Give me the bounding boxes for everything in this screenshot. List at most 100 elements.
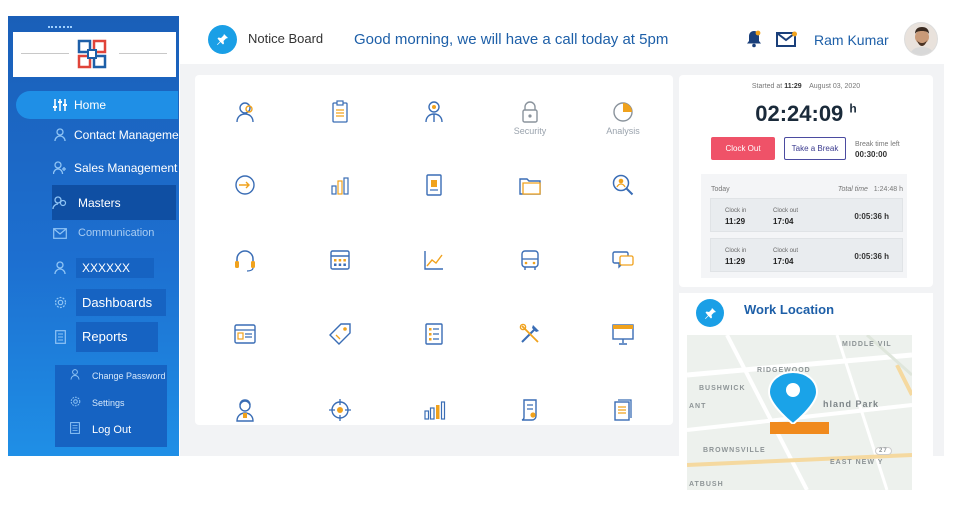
module-tile-security[interactable]: Security [500, 99, 560, 143]
user-icon [52, 260, 68, 276]
map-label: BROWNSVILLE [703, 447, 766, 454]
agent-icon [236, 399, 254, 422]
module-tile-checklist[interactable] [404, 321, 464, 365]
sidebar-item-masters[interactable]: Masters [52, 185, 176, 220]
module-tile-folder[interactable] [500, 172, 560, 216]
submenu-item-settings[interactable]: Settings [70, 396, 125, 410]
module-tile-search-user[interactable] [593, 172, 653, 216]
login-icon [235, 175, 255, 195]
document-icon [70, 422, 82, 437]
headset-icon [235, 250, 255, 272]
sidebar-item-label: Communication [78, 227, 155, 239]
bar-chart-icon [331, 177, 349, 195]
module-tile-login[interactable] [215, 172, 275, 216]
sidebar-dots [48, 26, 72, 30]
logo-divider-right [119, 53, 167, 54]
module-tile-tag[interactable] [310, 321, 370, 365]
entry-duration: 0:05:36 h [854, 252, 889, 261]
started-date: August 03, 2020 [809, 83, 861, 90]
module-tile-contact-book[interactable] [404, 172, 464, 216]
mail-icon[interactable] [776, 31, 798, 52]
total-time: Total time 1:24:48 h [838, 186, 903, 193]
attendance-card: Started at 11:29 August 03, 2020 02:24:0… [679, 75, 933, 287]
location-pin-button[interactable] [696, 299, 724, 327]
module-tile-clipboard[interactable] [310, 99, 370, 143]
clock-in-value: 11:29 [725, 217, 746, 226]
total-time-value: 1:24:48 h [873, 186, 903, 193]
presentation-icon [612, 324, 634, 345]
module-tile-target[interactable] [310, 397, 370, 441]
bell-icon[interactable] [746, 30, 762, 53]
calendar-icon [330, 250, 350, 270]
sidebar-item-dashboards[interactable]: Dashboards [52, 288, 167, 316]
map-marker-icon [767, 370, 819, 424]
document-icon [52, 329, 68, 345]
map-label: EAST NEW Y [830, 459, 884, 466]
module-tile-transport[interactable] [500, 247, 560, 291]
sidebar-item-contact-management[interactable]: Contact Management [52, 126, 189, 144]
avatar[interactable] [904, 22, 938, 56]
module-tile-documents[interactable] [593, 397, 653, 441]
submenu-item-log-out[interactable]: Log Out [70, 422, 131, 437]
chat-icon [612, 251, 634, 269]
notice-board-button[interactable] [208, 25, 237, 54]
total-time-label: Total time [837, 186, 868, 193]
clock-in-value: 11:29 [725, 257, 746, 266]
work-timer: 02:24:09 h [679, 101, 933, 127]
module-tile-profile-card[interactable] [215, 321, 275, 365]
contact-book-icon [426, 174, 442, 196]
tile-label: Security [513, 126, 547, 136]
clock-out-button[interactable]: Clock Out [711, 137, 775, 160]
module-tile-presentation[interactable] [593, 321, 653, 365]
map-label: ANT [689, 403, 707, 410]
module-tile-chat[interactable] [593, 247, 653, 291]
module-tile-tools[interactable] [500, 321, 560, 365]
map-label: BUSHWICK [699, 385, 746, 392]
module-tile-bar-chart[interactable] [310, 172, 370, 216]
started-info: Started at 11:29 August 03, 2020 [679, 83, 933, 90]
submenu-item-change-password[interactable]: Change Password [70, 369, 166, 383]
location-map[interactable]: MIDDLE VIL RIDGEWOOD BUSHWICK hland Park… [687, 335, 912, 490]
module-tile-contacts[interactable] [215, 99, 275, 143]
entry-duration: 0:05:36 h [854, 212, 889, 221]
sidebar-item-home[interactable]: Home [16, 91, 178, 119]
submenu-item-label: Log Out [92, 423, 132, 436]
module-tile-support[interactable] [215, 247, 275, 291]
gear-icon [52, 294, 68, 310]
sidebar-item-label: XXXXXX [76, 258, 155, 278]
pin-icon [217, 34, 228, 45]
sidebar-item-xxxxxx[interactable]: XXXXXX [52, 258, 155, 278]
started-label: Started at [751, 83, 783, 90]
documents-icon [614, 399, 632, 421]
module-tile-line-chart[interactable] [404, 247, 464, 291]
pie-chart-icon [613, 102, 633, 122]
invoice-icon [521, 399, 537, 421]
submenu-item-label: Settings [92, 398, 125, 408]
sidebar-item-label: Dashboards [76, 288, 167, 316]
sidebar-item-reports[interactable]: Reports [52, 322, 158, 352]
logo-icon [77, 39, 107, 69]
module-tile-analysis[interactable]: Analysis [593, 99, 653, 143]
module-tile-calendar[interactable] [310, 247, 370, 291]
clock-out-label: Clock out [773, 248, 799, 254]
employee-badge-icon [425, 101, 443, 123]
target-icon [329, 399, 351, 421]
user-name[interactable]: Ram Kumar [814, 32, 889, 48]
clock-in-label: Clock in [725, 208, 747, 214]
module-tile-statistics[interactable] [404, 397, 464, 441]
app-root: Home Contact Management Sales Management… [0, 0, 964, 512]
work-location-title: Work Location [744, 302, 835, 317]
work-location-card: Work Location MIDDLE VIL RIDGEWOOD BUSHW… [679, 293, 933, 490]
break-left-label: Break time left [855, 141, 900, 148]
line-chart-icon [424, 251, 443, 270]
module-tile-invoice[interactable] [500, 397, 560, 441]
tools-icon [519, 323, 539, 343]
bus-icon [521, 250, 539, 270]
module-tile-employee[interactable] [404, 99, 464, 143]
sidebar-item-communication[interactable]: Communication [52, 224, 154, 242]
logo-divider-left [21, 53, 69, 54]
pin-icon [704, 307, 716, 319]
sidebar-item-sales-management[interactable]: Sales Management [52, 159, 177, 177]
module-tile-agent[interactable] [215, 397, 275, 441]
take-break-button[interactable]: Take a Break [784, 137, 846, 160]
